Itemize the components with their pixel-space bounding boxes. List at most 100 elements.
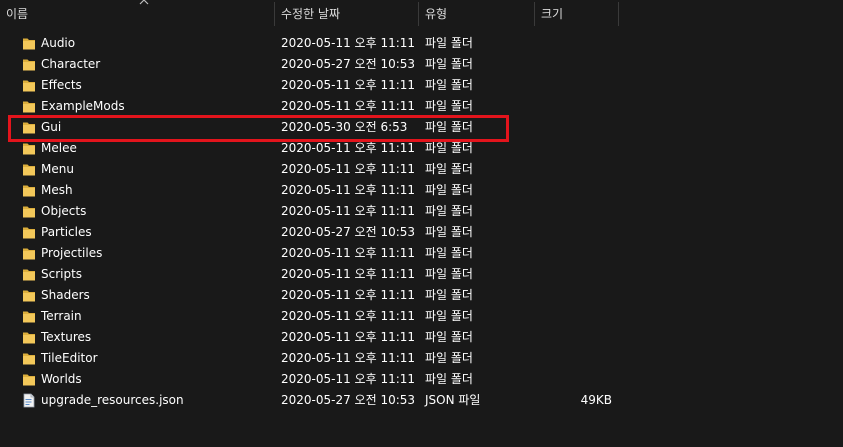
folder-icon xyxy=(22,267,36,282)
file-type: 파일 폴더 xyxy=(425,57,473,71)
file-name: Audio xyxy=(41,36,76,50)
file-row[interactable]: Gui 2020-05-30 오전 6:53 파일 폴더 xyxy=(0,117,843,138)
folder-icon xyxy=(22,225,36,240)
file-name: Character xyxy=(41,57,101,71)
file-size xyxy=(540,285,612,306)
file-size xyxy=(540,369,612,390)
file-date-modified: 2020-05-11 오후 11:11 xyxy=(281,288,416,302)
file-size xyxy=(540,348,612,369)
file-name: Projectiles xyxy=(41,246,103,260)
file-name: Textures xyxy=(41,330,92,344)
file-type: 파일 폴더 xyxy=(425,162,473,176)
file-size xyxy=(540,33,612,54)
file-name: Scripts xyxy=(41,267,83,281)
file-row[interactable]: Particles 2020-05-27 오전 10:53 파일 폴더 xyxy=(0,222,843,243)
file-row[interactable]: Objects 2020-05-11 오후 11:11 파일 폴더 xyxy=(0,201,843,222)
file-row[interactable]: Terrain 2020-05-11 오후 11:11 파일 폴더 xyxy=(0,306,843,327)
column-header-size[interactable]: 크기 xyxy=(535,0,618,28)
file-size xyxy=(540,96,612,117)
file-explorer: 이름 수정한 날짜 유형 크기 Audio 2020-05-11 오후 11:11… xyxy=(0,0,843,447)
folder-icon xyxy=(22,309,36,324)
file-type: 파일 폴더 xyxy=(425,183,473,197)
folder-icon xyxy=(22,78,36,93)
file-size xyxy=(540,201,612,222)
file-type: 파일 폴더 xyxy=(425,267,473,281)
file-size xyxy=(540,327,612,348)
file-type: 파일 폴더 xyxy=(425,309,473,323)
file-date-modified: 2020-05-11 오후 11:11 xyxy=(281,309,416,323)
column-header-bar: 이름 수정한 날짜 유형 크기 xyxy=(0,0,843,28)
file-date-modified: 2020-05-11 오후 11:11 xyxy=(281,204,416,218)
folder-icon xyxy=(22,183,36,198)
file-size xyxy=(540,306,612,327)
file-date-modified: 2020-05-11 오후 11:11 xyxy=(281,162,416,176)
file-row[interactable]: Scripts 2020-05-11 오후 11:11 파일 폴더 xyxy=(0,264,843,285)
file-size xyxy=(540,222,612,243)
file-list: Audio 2020-05-11 오후 11:11 파일 폴더 Character 20… xyxy=(0,33,843,411)
file-type: 파일 폴더 xyxy=(425,288,473,302)
file-type: 파일 폴더 xyxy=(425,225,473,239)
column-divider[interactable] xyxy=(618,2,619,26)
folder-icon xyxy=(22,246,36,261)
file-name: Melee xyxy=(41,141,77,155)
file-row[interactable]: ExampleMods 2020-05-11 오후 11:11 파일 폴더 xyxy=(0,96,843,117)
folder-icon xyxy=(22,330,36,345)
file-row[interactable]: Melee 2020-05-11 오후 11:11 파일 폴더 xyxy=(0,138,843,159)
file-name: Shaders xyxy=(41,288,90,302)
file-type: 파일 폴더 xyxy=(425,351,473,365)
column-header-date[interactable]: 수정한 날짜 xyxy=(275,0,418,28)
file-name: Worlds xyxy=(41,372,82,386)
file-date-modified: 2020-05-11 오후 11:11 xyxy=(281,372,416,386)
file-row[interactable]: Worlds 2020-05-11 오후 11:11 파일 폴더 xyxy=(0,369,843,390)
file-type: 파일 폴더 xyxy=(425,120,473,134)
file-row[interactable]: Menu 2020-05-11 오후 11:11 파일 폴더 xyxy=(0,159,843,180)
file-row[interactable]: Mesh 2020-05-11 오후 11:11 파일 폴더 xyxy=(0,180,843,201)
file-date-modified: 2020-05-27 오전 10:53 xyxy=(281,393,416,407)
file-name: Particles xyxy=(41,225,92,239)
file-type: 파일 폴더 xyxy=(425,372,473,386)
file-size xyxy=(540,180,612,201)
file-date-modified: 2020-05-11 오후 11:11 xyxy=(281,99,416,113)
file-name: Objects xyxy=(41,204,87,218)
folder-icon xyxy=(22,204,36,219)
file-name: Gui xyxy=(41,120,62,134)
column-header-type[interactable]: 유형 xyxy=(419,0,534,28)
file-name: Mesh xyxy=(41,183,73,197)
file-size xyxy=(540,54,612,75)
file-date-modified: 2020-05-27 오전 10:53 xyxy=(281,57,416,71)
file-date-modified: 2020-05-11 오후 11:11 xyxy=(281,36,416,50)
file-row[interactable]: TileEditor 2020-05-11 오후 11:11 파일 폴더 xyxy=(0,348,843,369)
file-name: upgrade_resources.json xyxy=(41,393,184,407)
file-type: JSON 파일 xyxy=(425,393,481,407)
folder-icon xyxy=(22,372,36,387)
file-name: TileEditor xyxy=(41,351,98,365)
folder-icon xyxy=(22,99,36,114)
file-date-modified: 2020-05-11 오후 11:11 xyxy=(281,78,416,92)
file-type: 파일 폴더 xyxy=(425,141,473,155)
file-row[interactable]: Shaders 2020-05-11 오후 11:11 파일 폴더 xyxy=(0,285,843,306)
file-row[interactable]: Textures 2020-05-11 오후 11:11 파일 폴더 xyxy=(0,327,843,348)
file-date-modified: 2020-05-11 오후 11:11 xyxy=(281,351,416,365)
file-row[interactable]: upgrade_resources.json 2020-05-27 오전 10:5… xyxy=(0,390,843,411)
column-header-name[interactable]: 이름 xyxy=(0,0,274,28)
file-size xyxy=(540,75,612,96)
file-date-modified: 2020-05-11 오후 11:11 xyxy=(281,141,416,155)
file-date-modified: 2020-05-11 오후 11:11 xyxy=(281,246,416,260)
folder-icon xyxy=(22,351,36,366)
file-name: Menu xyxy=(41,162,74,176)
file-type: 파일 폴더 xyxy=(425,246,473,260)
file-size xyxy=(540,243,612,264)
file-date-modified: 2020-05-11 오후 11:11 xyxy=(281,267,416,281)
folder-icon xyxy=(22,162,36,177)
file-date-modified: 2020-05-30 오전 6:53 xyxy=(281,120,408,134)
file-row[interactable]: Character 2020-05-27 오전 10:53 파일 폴더 xyxy=(0,54,843,75)
file-name: Effects xyxy=(41,78,82,92)
file-row[interactable]: Audio 2020-05-11 오후 11:11 파일 폴더 xyxy=(0,33,843,54)
json-file-icon xyxy=(22,393,36,408)
file-type: 파일 폴더 xyxy=(425,204,473,218)
file-date-modified: 2020-05-11 오후 11:11 xyxy=(281,183,416,197)
file-type: 파일 폴더 xyxy=(425,78,473,92)
file-name: ExampleMods xyxy=(41,99,125,113)
file-row[interactable]: Effects 2020-05-11 오후 11:11 파일 폴더 xyxy=(0,75,843,96)
file-row[interactable]: Projectiles 2020-05-11 오후 11:11 파일 폴더 xyxy=(0,243,843,264)
